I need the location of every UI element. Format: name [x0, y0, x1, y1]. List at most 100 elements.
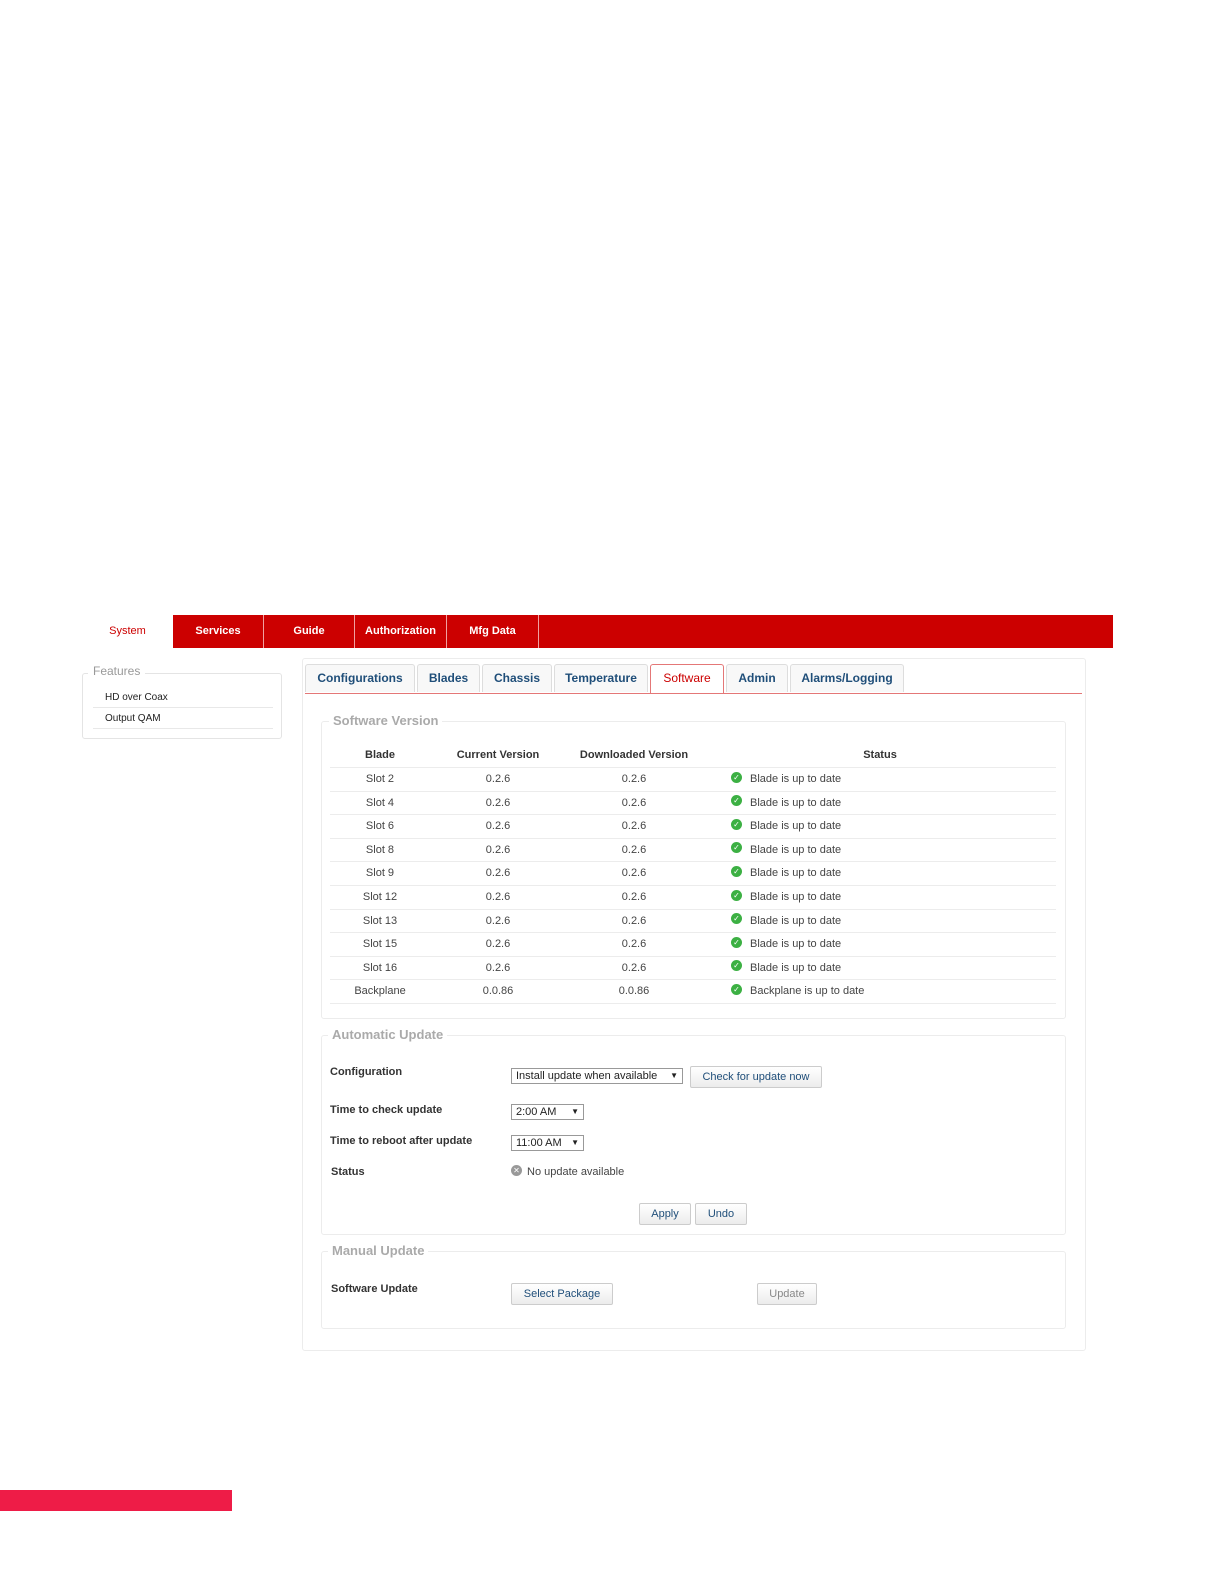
check-circle-icon: ✓: [731, 771, 742, 783]
downloaded-version-cell: 0.2.6: [621, 773, 647, 785]
tab-software[interactable]: Software: [650, 664, 724, 693]
status-cell: ✓ Blade is up to date: [731, 815, 1051, 838]
downloaded-version-cell: 0.2.6: [621, 914, 647, 927]
status-cell-text: Blade is up to date: [750, 843, 842, 856]
blade-cell: Slot 16: [362, 961, 398, 974]
table-row: Slot 2 0.2.6 0.2.6 ✓ Blade is up to date: [330, 767, 1056, 790]
table-row: Slot 15 0.2.6 0.2.6 ✓ Blade is up to date: [330, 932, 1056, 955]
time-to-check-value: 2:00 AM: [516, 1106, 557, 1118]
update-status-text: No update available: [527, 1166, 625, 1178]
apply-button[interactable]: Apply: [639, 1203, 691, 1225]
time-to-check-select[interactable]: 2:00 AM ▼: [511, 1104, 584, 1120]
check-circle-icon: ✓: [731, 960, 742, 972]
check-circle-icon: ✓: [731, 983, 742, 995]
check-circle-icon: ✓: [731, 889, 742, 901]
status-cell: ✓ Blade is up to date: [731, 792, 1051, 815]
sidebar-item-hd-over-coax[interactable]: HD over Coax: [93, 688, 273, 708]
select-package-button[interactable]: Select Package: [511, 1283, 613, 1305]
automatic-update-legend: Automatic Update: [328, 1027, 448, 1042]
features-sidebar: HD over Coax Output QAM: [82, 673, 282, 739]
tab-blades[interactable]: Blades: [417, 664, 480, 692]
current-version-cell: 0.2.6: [485, 773, 511, 785]
blade-cell: Backplane: [354, 985, 406, 998]
software-update-label: Software Update: [331, 1283, 418, 1295]
status-cell-text: Backplane is up to date: [750, 985, 865, 998]
configuration-select[interactable]: Install update when available ▼: [511, 1068, 683, 1084]
sidebar-item-output-qam[interactable]: Output QAM: [93, 709, 273, 729]
blade-cell: Slot 2: [365, 773, 395, 785]
current-version-cell: 0.0.86: [482, 985, 514, 998]
table-row: Slot 16 0.2.6 0.2.6 ✓ Blade is up to date: [330, 955, 1056, 980]
status-cell: ✓ Blade is up to date: [731, 910, 1051, 933]
downloaded-version-cell: 0.2.6: [621, 938, 647, 951]
column-header-status: Status: [863, 749, 897, 761]
status-cell: ✓ Blade is up to date: [731, 933, 1051, 956]
status-cell: ✓ Blade is up to date: [731, 768, 1051, 791]
current-version-cell: 0.2.6: [485, 914, 511, 927]
tab-alarms-logging[interactable]: Alarms/Logging: [790, 664, 904, 692]
blade-cell: Slot 15: [362, 938, 398, 951]
check-circle-icon: ✓: [731, 842, 742, 854]
blade-cell: Slot 12: [362, 891, 398, 903]
blade-cell: Slot 6: [365, 820, 395, 833]
nav-tab-system[interactable]: System: [82, 615, 173, 648]
update-status: ✕ No update available: [511, 1164, 625, 1178]
sub-tabs: Configurations Blades Chassis Temperatur…: [305, 664, 1082, 694]
tab-temperature[interactable]: Temperature: [554, 664, 648, 692]
column-header-downloaded-version: Downloaded Version: [579, 749, 689, 761]
tab-admin[interactable]: Admin: [726, 664, 788, 692]
nav-tab-services[interactable]: Services: [173, 615, 264, 648]
current-version-cell: 0.2.6: [485, 891, 511, 903]
table-row: Backplane 0.0.86 0.0.86 ✓ Backplane is up to…: [330, 979, 1056, 1002]
sidebar-title: Features: [88, 664, 146, 678]
tab-chassis[interactable]: Chassis: [482, 664, 552, 692]
status-cell-text: Blade is up to date: [750, 867, 842, 880]
tab-configurations[interactable]: Configurations: [305, 664, 415, 692]
current-version-cell: 0.2.6: [485, 938, 511, 951]
column-header-blade: Blade: [365, 749, 395, 761]
time-to-reboot-select[interactable]: 11:00 AM ▼: [511, 1135, 584, 1151]
table-row: Slot 13 0.2.6 0.2.6 ✓ Blade is up to date: [330, 908, 1056, 933]
status-cell: ✓ Blade is up to date: [731, 957, 1051, 980]
status-cell-text: Blade is up to date: [750, 938, 842, 951]
status-cell: ✓ Blade is up to date: [731, 886, 1051, 909]
status-cell: ✓ Blade is up to date: [731, 839, 1051, 862]
downloaded-version-cell: 0.2.6: [621, 867, 647, 880]
no-update-icon: ✕: [511, 1164, 522, 1176]
undo-button[interactable]: Undo: [695, 1203, 747, 1225]
downloaded-version-cell: 0.2.6: [621, 843, 647, 856]
configuration-label: Configuration: [330, 1066, 403, 1078]
manual-update-legend: Manual Update: [328, 1243, 429, 1258]
blade-cell: Slot 9: [365, 867, 395, 880]
downloaded-version-cell: 0.2.6: [621, 891, 647, 903]
table-row: Slot 8 0.2.6 0.2.6 ✓ Blade is up to date: [330, 837, 1056, 862]
status-cell: ✓ Backplane is up to date: [731, 980, 1051, 1003]
status-cell: ✓ Blade is up to date: [731, 862, 1051, 885]
check-for-update-button[interactable]: Check for update now: [690, 1066, 822, 1088]
blade-cell: Slot 4: [365, 796, 395, 809]
current-version-cell: 0.2.6: [485, 961, 511, 974]
update-button[interactable]: Update: [757, 1283, 817, 1305]
downloaded-version-cell: 0.2.6: [621, 820, 647, 833]
top-navigation: System Services Guide Authorization Mfg …: [82, 615, 1113, 648]
status-cell-text: Blade is up to date: [750, 773, 842, 785]
table-bottom-border: [330, 1003, 1056, 1004]
time-to-check-label: Time to check update: [330, 1104, 443, 1116]
check-circle-icon: ✓: [731, 936, 742, 948]
table-row: Slot 9 0.2.6 0.2.6 ✓ Blade is up to date: [330, 861, 1056, 884]
current-version-cell: 0.2.6: [485, 843, 511, 856]
status-cell-text: Blade is up to date: [750, 820, 842, 833]
time-to-reboot-label: Time to reboot after update: [330, 1135, 473, 1147]
downloaded-version-cell: 0.0.86: [618, 985, 650, 998]
downloaded-version-cell: 0.2.6: [621, 796, 647, 809]
column-header-current-version: Current Version: [456, 749, 540, 761]
status-cell-text: Blade is up to date: [750, 891, 842, 903]
nav-tab-mfg-data[interactable]: Mfg Data: [447, 615, 539, 648]
nav-tab-authorization[interactable]: Authorization: [355, 615, 447, 648]
nav-tab-guide[interactable]: Guide: [264, 615, 355, 648]
table-row: Slot 12 0.2.6 0.2.6 ✓ Blade is up to date: [330, 885, 1056, 908]
current-version-cell: 0.2.6: [485, 796, 511, 809]
status-label: Status: [331, 1166, 365, 1178]
dropdown-arrow-icon: ▼: [571, 1107, 579, 1116]
footer-accent-bar: [0, 1490, 232, 1511]
